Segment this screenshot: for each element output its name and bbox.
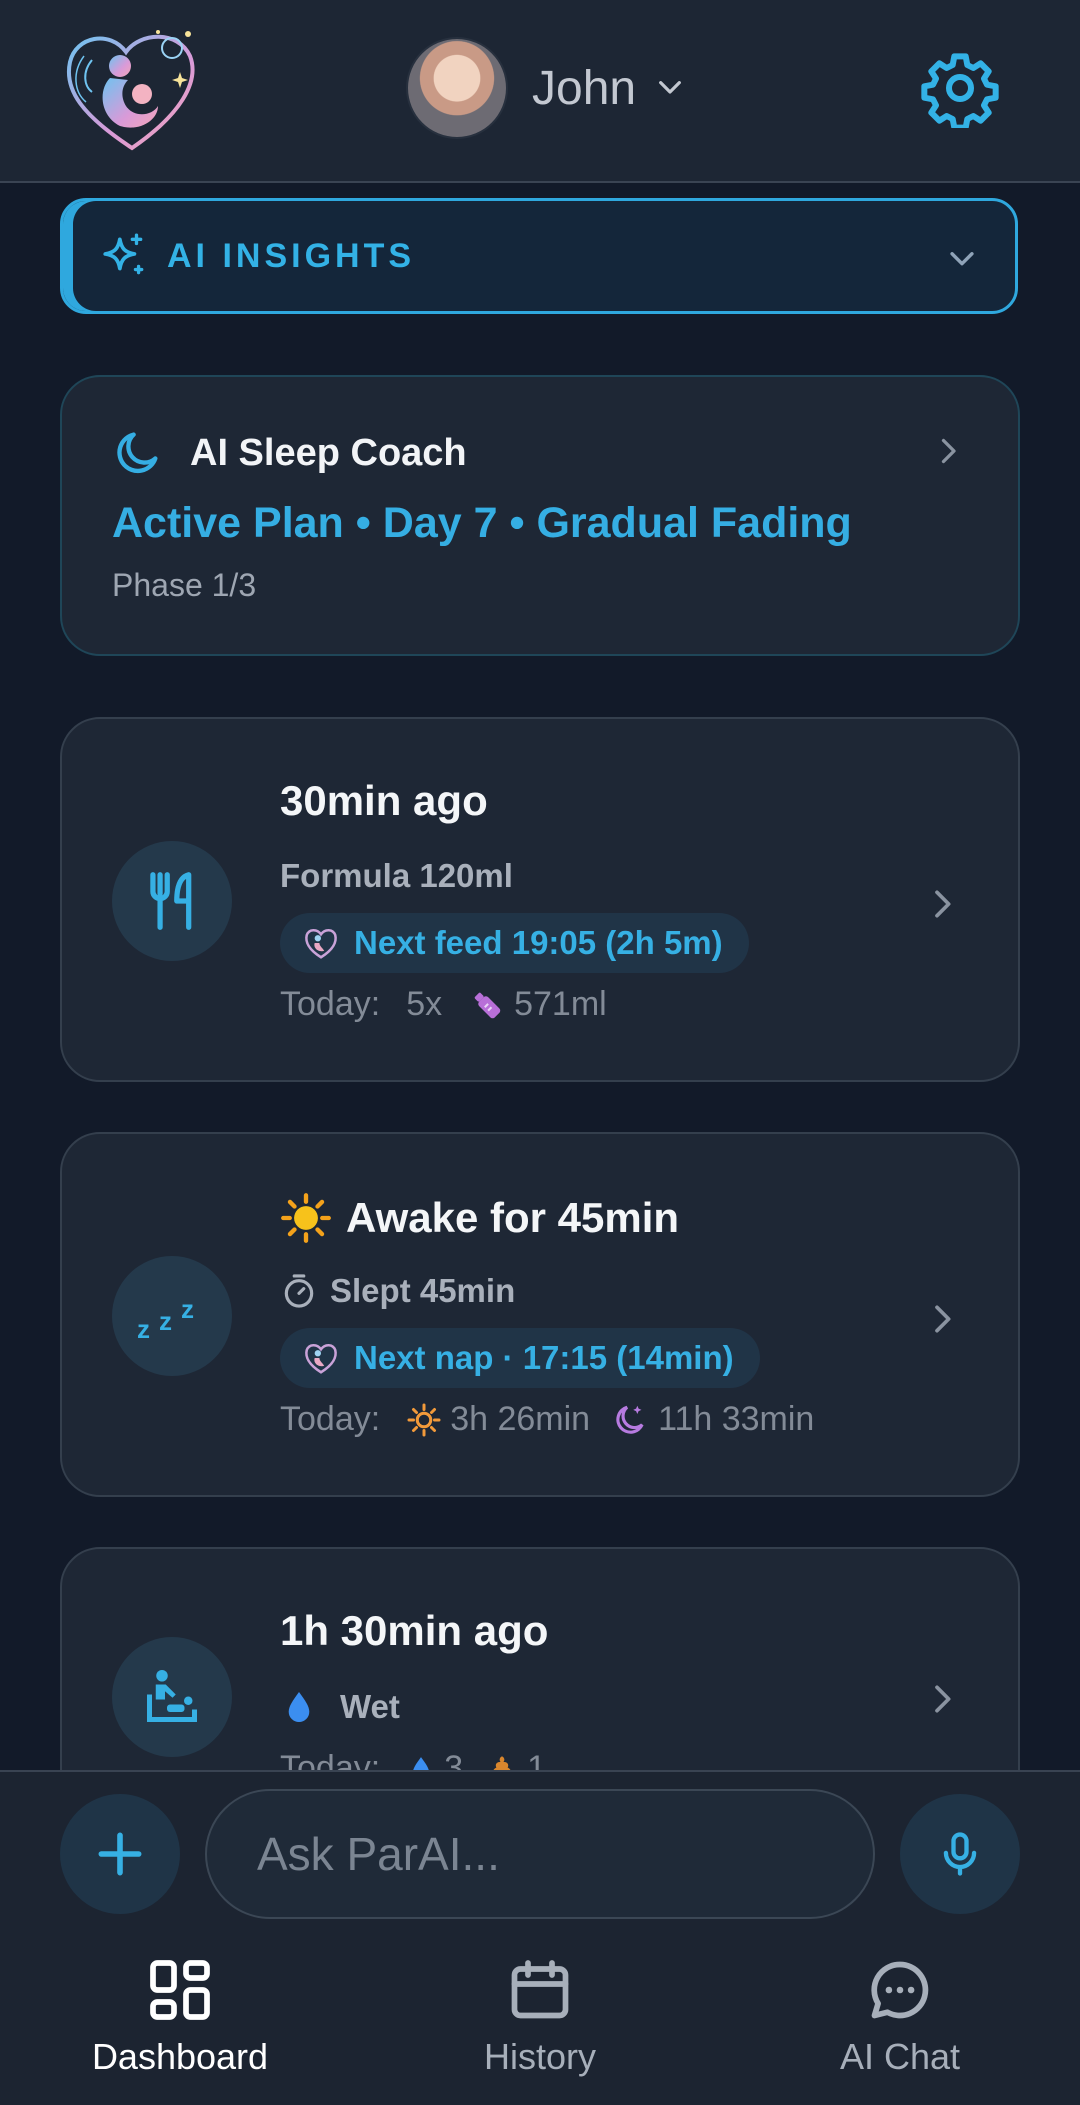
calendar-icon <box>511 1960 569 2019</box>
last-sleep-detail: Slept 45min <box>280 1272 515 1310</box>
bottom-panel: Dashboard History AI Chat <box>0 1770 1080 2105</box>
feed-count: 5x <box>406 985 443 1023</box>
today-label: Today: <box>280 985 381 1023</box>
awake-status: Awake for 45min <box>280 1192 679 1244</box>
microphone-icon <box>943 1832 977 1876</box>
sparkle-icon <box>103 233 144 275</box>
next-nap-pill: Next nap · 17:15 (14min) <box>280 1328 760 1388</box>
feed-volume: 571ml <box>514 985 607 1023</box>
nav-label-history: History <box>483 2036 596 2077</box>
feeding-card[interactable]: 30min ago Formula 120ml Next feed 19:05 … <box>60 717 1020 1082</box>
sleep-card[interactable]: z z z Awake for 45min Slept 45min Next n… <box>60 1132 1020 1497</box>
sleep-plan-status: Active Plan • Day 7 • Gradual Fading <box>112 499 852 547</box>
diaper-type: Wet <box>340 1688 400 1725</box>
svg-text:z: z <box>181 1294 194 1324</box>
mini-logo-icon <box>305 1343 337 1374</box>
fork-knife-icon <box>150 872 192 930</box>
voice-input-button[interactable] <box>900 1794 1020 1914</box>
bottle-icon <box>474 992 501 1018</box>
plus-icon <box>98 1832 142 1876</box>
ask-ai-input[interactable] <box>205 1789 875 1919</box>
mini-logo-icon <box>305 928 337 959</box>
avatar <box>408 39 506 137</box>
sleep-coach-card[interactable]: AI Sleep Coach Active Plan • Day 7 • Gra… <box>60 375 1020 656</box>
awake-status-text: Awake for 45min <box>346 1194 680 1241</box>
gear-icon[interactable] <box>920 48 1000 128</box>
baby-changing-icon <box>147 1670 197 1722</box>
sleep-today-summary: Today: 3h 26min 11h 33min <box>280 1400 814 1439</box>
sleep-plan-phase: Phase 1/3 <box>112 567 257 603</box>
nav-history[interactable]: History <box>415 1954 665 2078</box>
moon-icon <box>117 432 158 474</box>
chevron-right-icon <box>941 438 956 464</box>
add-entry-button[interactable] <box>60 1794 180 1914</box>
chevron-right-icon <box>935 890 951 918</box>
chat-bubble-icon <box>871 1961 929 2019</box>
profile-name: John <box>532 61 637 115</box>
nav-label-ai-chat: AI Chat <box>839 2036 961 2077</box>
day-sleep-total: 3h 26min <box>450 1400 591 1438</box>
profile-switcher[interactable]: John <box>408 38 686 138</box>
last-diaper-detail: Wet <box>280 1687 400 1727</box>
timer-icon <box>284 1274 314 1308</box>
night-moon-icon <box>616 1405 644 1434</box>
zzz-icon: z z z <box>137 1294 194 1342</box>
svg-text:z: z <box>159 1306 172 1336</box>
sleep-icon-circle: z z z <box>112 1256 232 1376</box>
svg-text:z: z <box>137 1314 150 1342</box>
night-sleep-total: 11h 33min <box>658 1400 815 1438</box>
chevron-down-icon <box>659 81 682 94</box>
today-label: Today: <box>280 1400 381 1438</box>
chevron-right-icon <box>935 1685 951 1713</box>
next-feed-pill: Next feed 19:05 (2h 5m) <box>280 913 749 973</box>
nav-ai-chat[interactable]: AI Chat <box>775 1954 1025 2078</box>
chevron-down-icon <box>950 252 974 266</box>
dashboard-icon <box>150 1960 210 2020</box>
last-feed-detail: Formula 120ml <box>280 857 513 894</box>
next-nap-text: Next nap · 17:15 (14min) <box>354 1339 734 1376</box>
last-diaper-time: 1h 30min ago <box>280 1607 549 1654</box>
next-feed-text: Next feed 19:05 (2h 5m) <box>354 924 723 961</box>
day-sun-icon <box>407 1403 441 1436</box>
last-feed-time: 30min ago <box>280 777 488 824</box>
sun-icon <box>281 1193 331 1243</box>
feed-today-summary: Today: 5x 571ml <box>280 985 607 1024</box>
chevron-right-icon <box>935 1305 951 1333</box>
water-drop-icon <box>288 1691 310 1723</box>
ai-insights-title: AI INSIGHTS <box>167 236 416 275</box>
sleep-coach-label: AI Sleep Coach <box>190 431 467 474</box>
diaper-icon-circle <box>112 1637 232 1757</box>
feeding-icon-circle <box>112 841 232 961</box>
app-header: John <box>0 0 1080 183</box>
nav-label-dashboard: Dashboard <box>91 2036 269 2077</box>
nav-dashboard[interactable]: Dashboard <box>55 1954 305 2078</box>
ai-insights-toggle[interactable]: AI INSIGHTS <box>60 198 1018 314</box>
parent-baby-heart-logo <box>66 30 195 151</box>
last-sleep-text: Slept 45min <box>330 1272 516 1309</box>
